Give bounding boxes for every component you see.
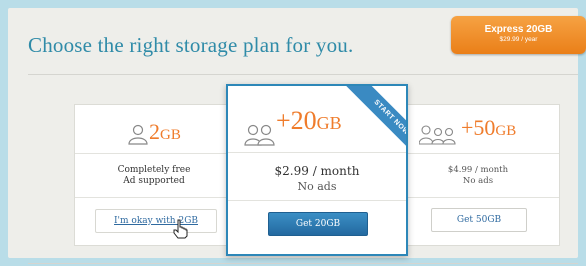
express-price: $29.99 / year bbox=[499, 36, 538, 43]
plan-size: +50GB bbox=[461, 115, 517, 140]
plan-price: $2.99 / month bbox=[274, 164, 360, 178]
plan-size: +20GB bbox=[276, 106, 342, 135]
people-group-icon bbox=[419, 125, 456, 145]
keep-2gb-link[interactable]: I'm okay with 2GB bbox=[95, 209, 217, 233]
divider-top bbox=[28, 74, 578, 75]
plan-ads-note: Ad supported bbox=[123, 176, 185, 186]
get-50gb-button[interactable]: Get 50GB bbox=[431, 208, 527, 232]
card-divider bbox=[75, 197, 233, 198]
plan-card-50gb: +50GB $4.99 / month No ads Get 50GB bbox=[396, 104, 560, 246]
person-icon bbox=[128, 124, 148, 145]
card-divider bbox=[228, 200, 406, 201]
plan-card-20gb: +20GB $2.99 / month No ads Get 20GB STAR… bbox=[226, 84, 408, 256]
card-divider bbox=[228, 152, 406, 153]
card-divider bbox=[75, 153, 233, 154]
card-divider bbox=[397, 197, 559, 198]
plan-price: $4.99 / month bbox=[447, 165, 509, 175]
plan-card-2gb: 2GB Completely free Ad supported I'm oka… bbox=[74, 104, 234, 246]
plan-price: Completely free bbox=[117, 165, 191, 175]
people-icon bbox=[244, 124, 275, 146]
page-title: Choose the right storage plan for you. bbox=[28, 33, 354, 57]
plan-size: 2GB bbox=[149, 119, 181, 144]
divider-bottom bbox=[28, 263, 578, 264]
plan-ads-note: No ads bbox=[462, 176, 494, 186]
hand-cursor-icon bbox=[173, 219, 188, 239]
get-20gb-button[interactable]: Get 20GB bbox=[268, 212, 368, 236]
express-20gb-button[interactable]: Express 20GB $29.99 / year bbox=[451, 16, 586, 54]
start-now-ribbon: START NOW! bbox=[343, 86, 406, 168]
express-title: Express 20GB bbox=[484, 24, 553, 35]
card-divider bbox=[397, 153, 559, 154]
plan-ads-note: No ads bbox=[297, 180, 337, 193]
